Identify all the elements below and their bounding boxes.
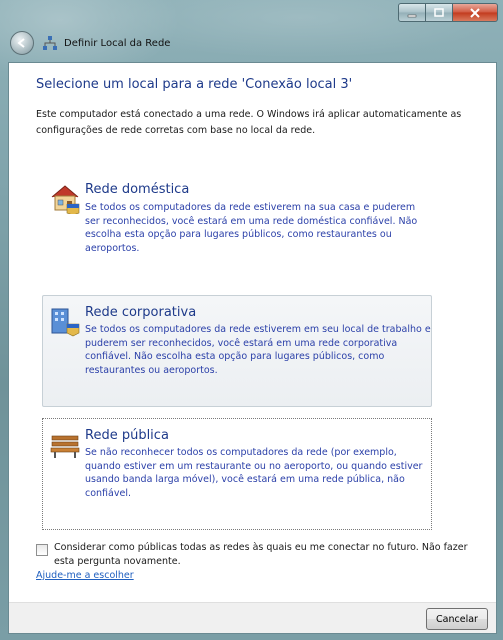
page-heading: Selecione um local para a rede 'Conexão … xyxy=(36,77,353,92)
cancel-button[interactable]: Cancelar xyxy=(426,608,488,630)
network-icon xyxy=(43,36,57,50)
help-me-choose-link[interactable]: Ajude-me a escolher xyxy=(36,570,134,581)
option-public-network[interactable]: Rede pública Se não reconhecer todos os … xyxy=(42,418,432,530)
office-building-icon xyxy=(51,308,80,337)
dialog-content: Selecione um local para a rede 'Conexão … xyxy=(8,62,497,634)
window-title: Definir Local da Rede xyxy=(42,35,170,51)
back-button[interactable] xyxy=(10,31,34,55)
option-home-title: Rede doméstica xyxy=(85,182,190,197)
caption-buttons xyxy=(398,3,498,22)
option-work-network[interactable]: Rede corporativa Se todos os computadore… xyxy=(42,295,432,407)
public-default-label[interactable]: Considerar como públicas todas as redes … xyxy=(54,541,476,569)
back-arrow-icon xyxy=(17,38,25,48)
dialog-footer: Cancelar xyxy=(9,602,496,633)
public-default-option: Considerar como públicas todas as redes … xyxy=(36,541,476,569)
close-icon xyxy=(470,7,480,18)
navigation-bar: Definir Local da Rede xyxy=(10,30,170,56)
close-button[interactable] xyxy=(453,3,498,22)
public-default-checkbox[interactable] xyxy=(36,544,48,556)
option-home-description: Se todos os computadores da rede estiver… xyxy=(85,202,418,254)
option-work-description: Se todos os computadores da rede estiver… xyxy=(85,324,431,376)
house-icon xyxy=(51,185,80,214)
option-public-description: Se não reconhecer todos os computadores … xyxy=(85,447,423,499)
minimize-icon xyxy=(407,14,417,17)
option-work-title: Rede corporativa xyxy=(85,305,197,320)
maximize-button[interactable] xyxy=(426,3,453,22)
park-bench-icon xyxy=(50,435,80,458)
option-public-title: Rede pública xyxy=(85,428,169,443)
window-title-text: Definir Local da Rede xyxy=(64,37,171,49)
intro-text: Este computador está conectado a uma red… xyxy=(36,109,462,136)
maximize-icon xyxy=(434,7,444,17)
minimize-button[interactable] xyxy=(398,3,426,22)
option-home-network[interactable]: Rede doméstica Se todos os computadores … xyxy=(42,181,432,261)
